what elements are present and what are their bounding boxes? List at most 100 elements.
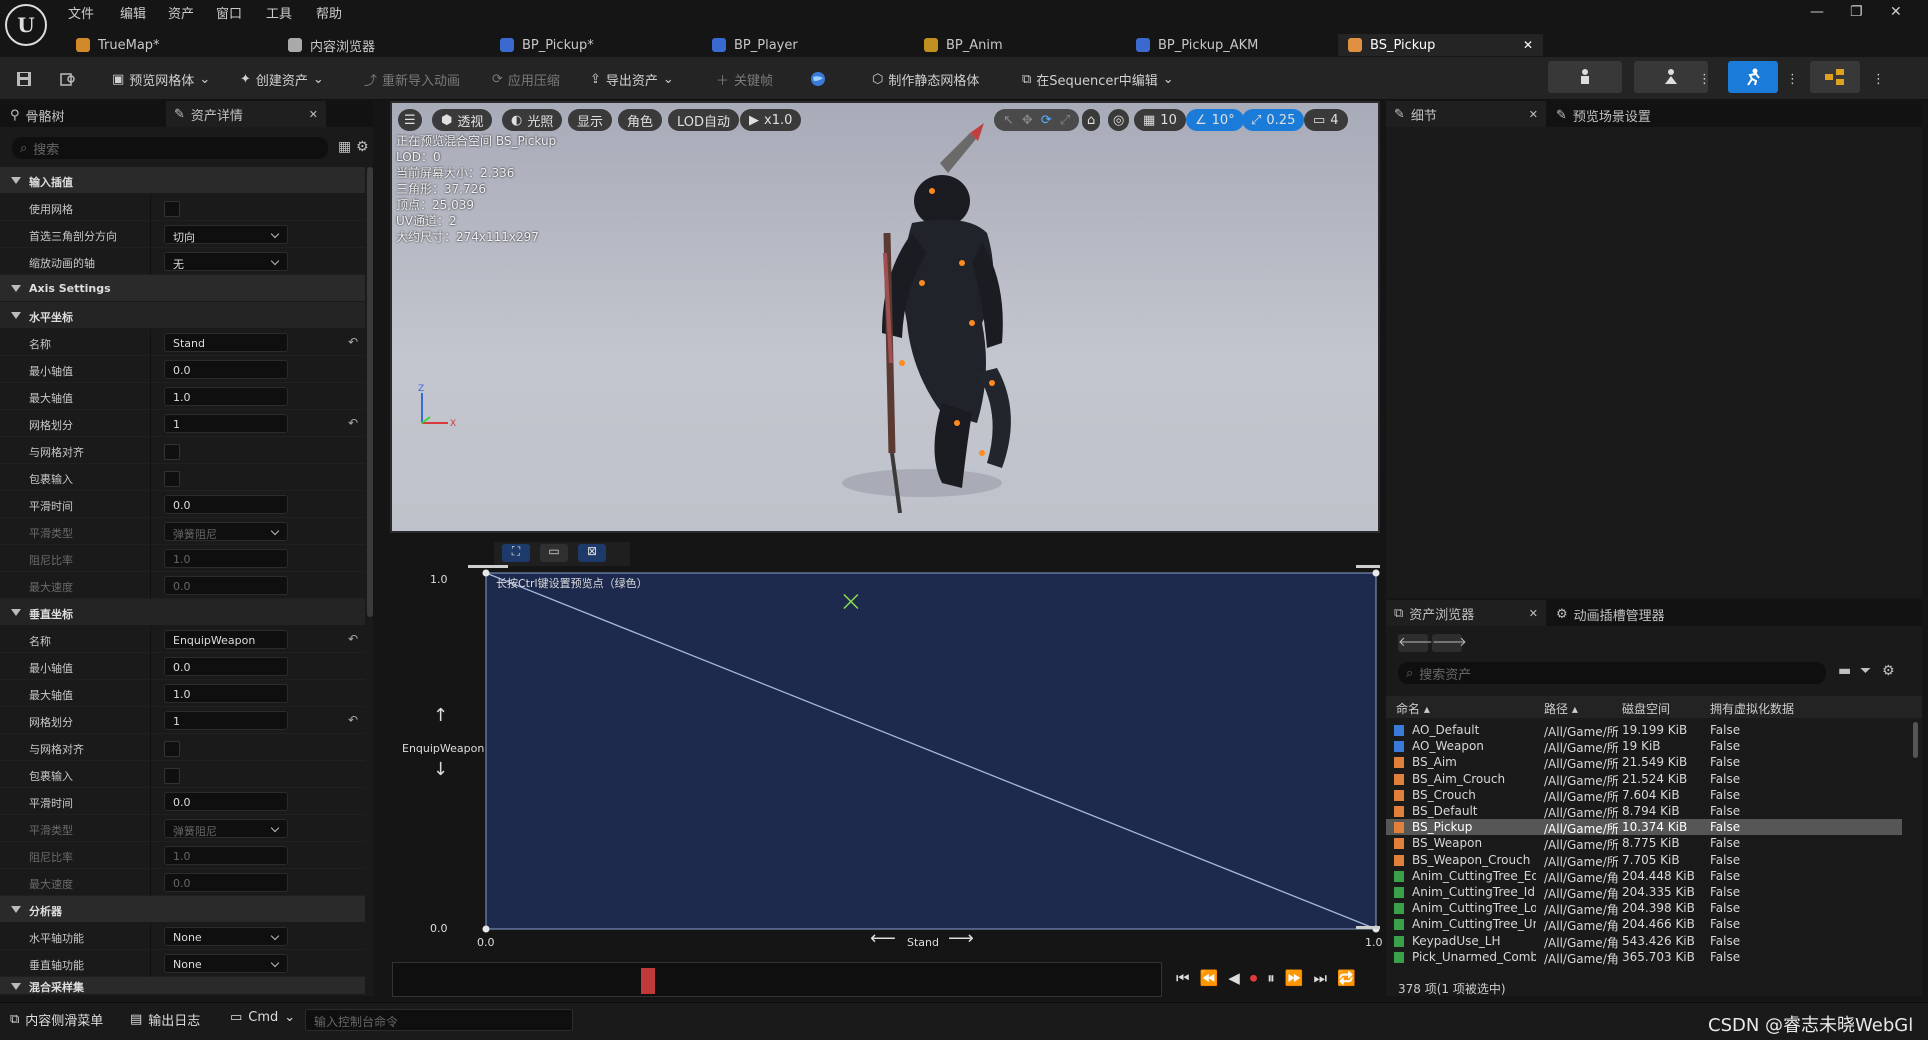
menu-file[interactable]: 文件 <box>68 3 94 22</box>
timeline-track[interactable] <box>392 962 1162 997</box>
h-func-dropdown[interactable]: None <box>164 927 288 946</box>
table-row[interactable]: Anim_CuttingTree_Loop/All/Game/角色204.398… <box>1386 900 1902 917</box>
filter-icon[interactable]: ⏷ <box>1860 663 1871 679</box>
tab-asset-details[interactable]: ✎ 资产详情 ✕ <box>166 101 326 127</box>
save-icon[interactable] <box>16 67 32 91</box>
pref-tri-dropdown[interactable]: 切向 <box>164 225 288 244</box>
content-drawer-button[interactable]: ⧉ 内容侧滑菜单 <box>10 1010 103 1029</box>
step-forward-icon[interactable]: ⏩ <box>1285 969 1304 987</box>
close-icon[interactable]: ✕ <box>309 108 318 121</box>
camera-speed-button[interactable]: ▭ 4 <box>1304 109 1348 131</box>
console-input[interactable]: 输入控制台命令 <box>305 1009 573 1031</box>
h-max-field[interactable]: 1.0 <box>164 387 288 406</box>
tab-bp-pickup[interactable]: BP_Pickup* <box>496 34 686 56</box>
viewport-menu-button[interactable]: ☰ <box>398 109 422 131</box>
rotation-snap-button[interactable]: ∠ 10° <box>1186 109 1244 131</box>
table-row[interactable]: BS_Aim_Crouch/All/Game/所有21.524 KiBFalse <box>1386 771 1902 788</box>
reset-icon[interactable]: ↶ <box>348 416 358 430</box>
asset-search-input[interactable]: ⌕ 搜索资产 <box>1398 662 1826 684</box>
section-input-interp[interactable]: 输入插值 <box>0 167 365 194</box>
column-header-virtualized[interactable]: 拥有虚拟化数据 <box>1710 700 1794 717</box>
make-static-mesh-button[interactable]: ⬡ 制作静态网格体 <box>872 67 979 91</box>
table-row[interactable]: Anim_CuttingTree_Equip/All/Game/角色204.44… <box>1386 868 1902 885</box>
tab-asset-browser[interactable]: ⧉ 资产浏览器 ✕ <box>1386 600 1546 626</box>
tab-truemap[interactable]: TrueMap* <box>72 34 262 56</box>
record-icon[interactable]: ⏺ <box>1250 969 1258 987</box>
skip-end-icon[interactable]: ⏭ <box>1313 969 1327 987</box>
table-row[interactable]: BS_Aim/All/Game/所有21.549 KiBFalse <box>1386 754 1902 771</box>
skip-start-icon[interactable]: ⏮ <box>1176 969 1190 987</box>
export-asset-button[interactable]: ⇪ 导出资产 ⌄ <box>590 67 674 91</box>
v-name-field[interactable]: EnquipWeapon <box>164 630 288 649</box>
tab-details[interactable]: ✎ 细节 ✕ <box>1386 101 1546 127</box>
apply-compress-button[interactable]: ⟳ 应用压缩 <box>492 67 560 91</box>
scale-icon[interactable]: ⤢ <box>1060 113 1070 128</box>
column-header-size[interactable]: 磁盘空间 <box>1622 700 1670 717</box>
v-min-field[interactable]: 0.0 <box>164 657 288 676</box>
character-button[interactable]: 角色 <box>618 109 663 131</box>
section-horizontal[interactable]: 水平坐标 <box>0 302 365 329</box>
h-min-field[interactable]: 0.0 <box>164 360 288 379</box>
menu-asset[interactable]: 资产 <box>168 3 194 22</box>
scrollbar[interactable] <box>1913 722 1918 758</box>
keyframe-button[interactable]: ＋关键帧 <box>716 67 773 91</box>
section-analyzer[interactable]: 分析器 <box>0 896 365 923</box>
pause-icon[interactable]: ⏸ <box>1267 969 1275 987</box>
edit-in-sequencer-button[interactable]: ⧉ 在Sequencer中编辑 ⌄ <box>1022 67 1174 91</box>
v-max-field[interactable]: 1.0 <box>164 684 288 703</box>
v-snap-checkbox[interactable] <box>164 741 180 757</box>
v-grid-div-field[interactable]: 1 <box>164 711 288 730</box>
tab-bp-player[interactable]: BP_Player <box>708 34 898 56</box>
section-axis-settings[interactable]: Axis Settings <box>0 275 365 302</box>
more-icon[interactable]: ⋮ <box>1698 67 1711 91</box>
table-row[interactable]: Anim_CuttingTree_UnEquip/All/Game/角色204.… <box>1386 916 1902 933</box>
table-row[interactable]: AO_Weapon/All/Game/所有19 KiBFalse <box>1386 738 1902 755</box>
h-snap-checkbox[interactable] <box>164 444 180 460</box>
table-view-icon[interactable]: ▦ <box>338 139 351 155</box>
menu-edit[interactable]: 编辑 <box>120 3 146 22</box>
gear-icon[interactable]: ⚙ <box>356 139 369 155</box>
tab-bp-pickup-akm[interactable]: BP_Pickup_AKM <box>1132 34 1322 56</box>
section-mix-samples[interactable]: 混合采样集 <box>0 977 365 995</box>
reset-icon[interactable]: ↶ <box>348 713 358 727</box>
menu-window[interactable]: 窗口 <box>216 3 242 22</box>
table-row[interactable]: Pick_Unarmed_Combat_Sta/All/Game/角色 365.7… <box>1386 949 1902 966</box>
use-grid-checkbox[interactable] <box>164 201 180 217</box>
h-smooth-time-field[interactable]: 0.0 <box>164 495 288 514</box>
surface-snap-icon[interactable]: ⌂ <box>1082 109 1101 131</box>
unreal-logo[interactable]: U <box>5 4 47 46</box>
tab-skeleton-tree[interactable]: ⚲ 骨骼树 <box>10 103 65 127</box>
play-reverse-icon[interactable]: ◀ <box>1228 969 1240 987</box>
tab-content-browser[interactable]: 内容浏览器 <box>284 34 474 56</box>
h-max-speed-field[interactable]: 0.0 <box>164 576 288 595</box>
table-row[interactable]: BS_Pickup/All/Game/所有10.374 KiBFalse <box>1386 819 1902 836</box>
loop-icon[interactable]: 🔁 <box>1337 969 1356 987</box>
table-row[interactable]: AO_Default/All/Game/所有19.199 KiBFalse <box>1386 722 1902 739</box>
lit-button[interactable]: ◐ 光照 <box>502 109 563 131</box>
section-vertical[interactable]: 垂直坐标 <box>0 599 365 626</box>
globe-icon[interactable] <box>810 67 826 91</box>
table-row[interactable]: BS_Weapon_Crouch/All/Game/所有7.705 KiBFal… <box>1386 852 1902 869</box>
v-damping-field[interactable]: 1.0 <box>164 846 288 865</box>
reset-icon[interactable]: ↶ <box>348 335 358 349</box>
close-icon[interactable]: ✕ <box>1529 607 1538 620</box>
close-icon[interactable]: ✕ <box>1523 38 1533 52</box>
browse-icon[interactable] <box>60 67 76 91</box>
output-log-button[interactable]: ▤ 输出日志 <box>130 1010 200 1029</box>
v-max-speed-field[interactable]: 0.0 <box>164 873 288 892</box>
step-back-icon[interactable]: ⏪ <box>1200 969 1219 987</box>
search-input[interactable]: ⌕ 搜索 <box>12 137 328 159</box>
scrollbar[interactable] <box>367 167 373 617</box>
back-button[interactable]: 🡐 <box>1398 634 1433 652</box>
table-row[interactable]: BS_Crouch/All/Game/所有7.604 KiBFalse <box>1386 787 1902 804</box>
more-icon[interactable]: ⋮ <box>1786 67 1799 91</box>
h-smooth-type-dropdown[interactable]: 弹簧阻尼 <box>164 522 288 541</box>
scale-axis-dropdown[interactable]: 无 <box>164 252 288 271</box>
table-row[interactable]: BS_Weapon/All/Game/所有8.775 KiBFalse <box>1386 835 1902 852</box>
skeleton-mode-button[interactable] <box>1548 61 1622 93</box>
folder-icon[interactable]: ▬ <box>1838 663 1851 679</box>
table-row[interactable]: BS_Default/All/Game/所有8.794 KiBFalse <box>1386 803 1902 820</box>
world-local-icon[interactable]: ◎ <box>1108 109 1130 131</box>
h-wrap-checkbox[interactable] <box>164 471 180 487</box>
tab-bs-pickup[interactable]: BS_Pickup ✕ <box>1338 34 1543 56</box>
